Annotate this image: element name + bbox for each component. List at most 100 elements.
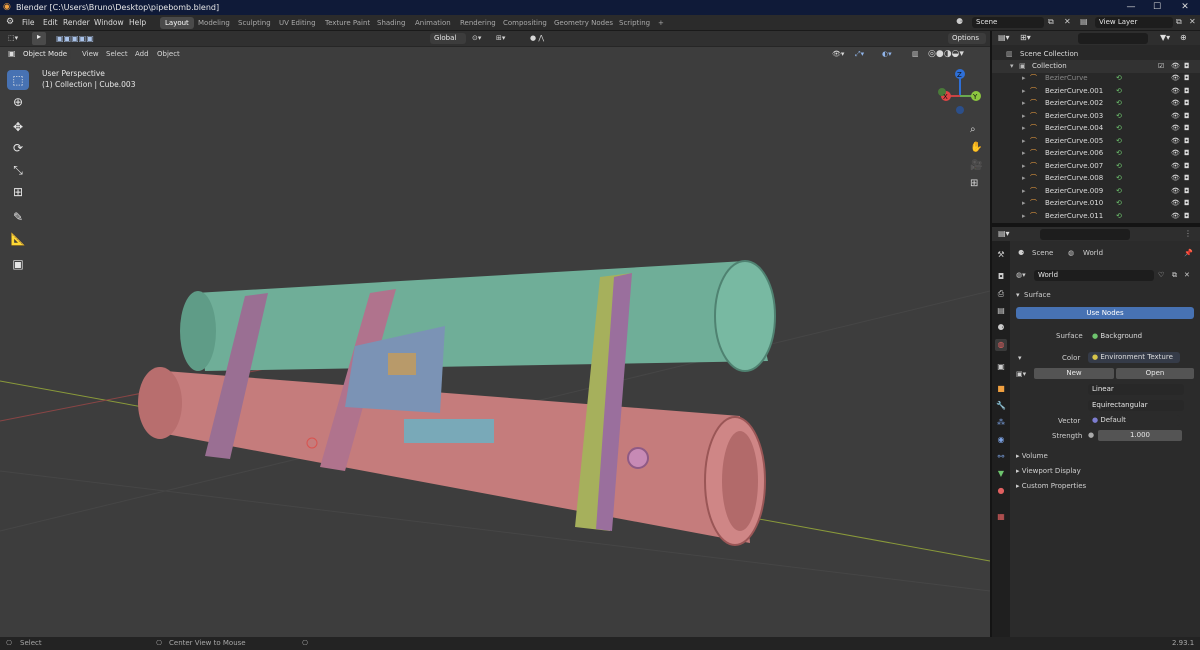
tab-texture-paint[interactable]: Texture Paint <box>320 17 375 29</box>
outliner-row-object[interactable]: ▸ ⌒ BezierCurve.011 ⟲ 👁 ◘ <box>992 210 1200 223</box>
tab-uv-editing[interactable]: UV Editing <box>274 17 321 29</box>
zoom-icon[interactable]: ⌕ <box>970 124 976 135</box>
render-tab-icon[interactable]: ◘ <box>995 271 1007 283</box>
menu-render[interactable]: Render <box>63 18 90 27</box>
expand-arrow-icon[interactable]: ▸ <box>1022 172 1026 184</box>
object-menu[interactable]: Object <box>157 50 180 58</box>
overlay-toggle-icon[interactable]: ◐▾ <box>882 50 892 58</box>
editor-type-icon[interactable]: ⬚▾ <box>8 34 18 42</box>
orientation-dropdown[interactable]: Global <box>430 33 466 44</box>
proportional-edit-icon[interactable]: ● ⋀ <box>530 34 544 42</box>
outliner-editor-icon[interactable]: ▤▾ <box>998 33 1010 42</box>
tab-geometry-nodes[interactable]: Geometry Nodes <box>549 17 618 29</box>
object-tab-icon[interactable]: ■ <box>995 383 1007 395</box>
outliner-row-object[interactable]: ▸ ⌒ BezierCurve ⟲ 👁 ◘ <box>992 72 1200 85</box>
material-tab-icon[interactable]: ● <box>995 485 1007 497</box>
close-button[interactable]: ✕ <box>1172 0 1198 15</box>
expand-arrow-icon[interactable]: ▸ <box>1022 135 1026 147</box>
particles-tab-icon[interactable]: ⁂ <box>995 417 1007 429</box>
measure-tool[interactable]: 📐 <box>7 229 29 249</box>
menu-file[interactable]: File <box>22 18 35 27</box>
outliner-row-object[interactable]: ▸ ⌒ BezierCurve.005 ⟲ 👁 ◘ <box>992 135 1200 148</box>
tab-shading[interactable]: Shading <box>372 17 410 29</box>
blender-menu-icon[interactable]: ⚙ <box>6 17 14 27</box>
gizmo-toggle-icon[interactable]: ⤢▾ <box>855 50 864 59</box>
outliner-row-object[interactable]: ▸ ⌒ BezierCurve.010 ⟲ 👁 ◘ <box>992 197 1200 210</box>
camera-icon[interactable]: ◘ <box>1184 135 1190 147</box>
tab-sculpting[interactable]: Sculpting <box>233 17 276 29</box>
scene-field[interactable]: Scene <box>972 17 1044 28</box>
viewlayer-icon[interactable]: ▤ <box>1080 17 1088 26</box>
eye-icon[interactable]: 👁 <box>1171 172 1180 184</box>
object-mode-icon[interactable]: ▣ <box>8 49 16 58</box>
viewport-display-toggle[interactable]: ▸ Viewport Display <box>1016 467 1081 475</box>
projection-dropdown[interactable]: Equirectangular <box>1088 400 1184 411</box>
collapse-arrow-icon[interactable]: ▾ <box>1010 60 1014 72</box>
tab-layout[interactable]: Layout <box>160 17 194 29</box>
camera-icon[interactable]: ◘ <box>1184 160 1190 172</box>
camera-icon[interactable]: ◘ <box>1184 110 1190 122</box>
scale-tool[interactable]: ⤡ <box>7 160 29 180</box>
rotate-tool[interactable]: ⟳ <box>7 138 29 158</box>
camera-icon[interactable]: ◘ <box>1184 97 1190 109</box>
object-mode-dropdown[interactable]: Object Mode <box>19 49 71 60</box>
outliner-row-collection[interactable]: ▾ ▣ Collection ☑ 👁 ◘ <box>992 60 1200 73</box>
interpolation-dropdown[interactable]: Linear <box>1088 384 1184 395</box>
view-menu[interactable]: View <box>82 50 99 58</box>
minimize-button[interactable]: — <box>1118 0 1144 15</box>
camera-icon[interactable]: ◘ <box>1184 147 1190 159</box>
open-image-button[interactable]: Open <box>1116 368 1194 379</box>
strength-field[interactable]: 1.000 <box>1098 430 1182 441</box>
expand-arrow-icon[interactable]: ▸ <box>1022 72 1026 84</box>
properties-editor-icon[interactable]: ▤▾ <box>998 229 1010 238</box>
outliner-row-object[interactable]: ▸ ⌒ BezierCurve.007 ⟲ 👁 ◘ <box>992 160 1200 173</box>
display-mode-icon[interactable]: ⊞▾ <box>1020 33 1031 42</box>
vector-value-field[interactable]: ● Default <box>1088 415 1180 426</box>
cursor-tool[interactable]: ⊕ <box>7 92 29 112</box>
pin-icon[interactable]: ⋮ <box>1184 229 1192 238</box>
eye-icon[interactable]: 👁 <box>1171 72 1180 84</box>
world-browse-icon[interactable]: ◍▾ <box>1016 271 1026 279</box>
camera-icon[interactable]: ◘ <box>1184 85 1190 97</box>
eye-icon[interactable]: 👁 <box>1171 210 1180 222</box>
menu-window[interactable]: Window <box>94 18 124 27</box>
outliner-row-object[interactable]: ▸ ⌒ BezierCurve.008 ⟲ 👁 ◘ <box>992 172 1200 185</box>
viewlayer-remove-icon[interactable]: ✕ <box>1189 17 1196 26</box>
eye-icon[interactable]: 👁 <box>1171 197 1180 209</box>
expand-arrow-icon[interactable]: ▸ <box>1022 85 1026 97</box>
camera-icon[interactable]: ◘ <box>1184 72 1190 84</box>
pan-hand-icon[interactable]: ✋ <box>970 142 982 153</box>
scene-remove-icon[interactable]: ✕ <box>1064 17 1071 26</box>
outliner-row-object[interactable]: ▸ ⌒ BezierCurve.003 ⟲ 👁 ◘ <box>992 110 1200 123</box>
constraint-tab-icon[interactable]: ⚯ <box>995 451 1007 463</box>
unlink-icon[interactable]: ✕ <box>1184 271 1190 279</box>
eye-icon[interactable]: 👁 <box>1171 85 1180 97</box>
duplicate-icon[interactable]: ⧉ <box>1172 271 1177 280</box>
camera-icon[interactable]: ◘ <box>1184 210 1190 222</box>
tab-animation[interactable]: Animation <box>410 17 456 29</box>
color-expand-icon[interactable]: ▾ <box>1018 354 1022 362</box>
eye-icon[interactable]: 👁 <box>1171 147 1180 159</box>
fake-user-icon[interactable]: ♡ <box>1158 271 1164 279</box>
pivot-icon[interactable]: ⊙▾ <box>472 34 481 42</box>
pin-panel-icon[interactable]: 📌 <box>1184 249 1193 257</box>
expand-arrow-icon[interactable]: ▸ <box>1022 160 1026 172</box>
expand-arrow-icon[interactable]: ▸ <box>1022 147 1026 159</box>
expand-arrow-icon[interactable]: ▸ <box>1022 210 1026 222</box>
outliner-row-object[interactable]: ▸ ⌒ BezierCurve.009 ⟲ 👁 ◘ <box>992 185 1200 198</box>
camera-icon[interactable]: ◘ <box>1184 185 1190 197</box>
3d-viewport[interactable] <box>0 31 990 637</box>
camera-icon[interactable]: ◘ <box>1184 172 1190 184</box>
outliner-row-scene-collection[interactable]: ▥ Scene Collection <box>992 48 1200 61</box>
breadcrumb-world[interactable]: World <box>1083 249 1103 257</box>
move-tool[interactable]: ✥ <box>7 117 29 137</box>
output-tab-icon[interactable]: ⎙ <box>995 288 1007 300</box>
image-browse-icon[interactable]: ▣▾ <box>1016 370 1026 378</box>
outliner-row-object[interactable]: ▸ ⌒ BezierCurve.002 ⟲ 👁 ◘ <box>992 97 1200 110</box>
modifier-tab-icon[interactable]: 🔧 <box>995 400 1007 412</box>
eye-icon[interactable]: 👁 <box>1171 110 1180 122</box>
xray-icon[interactable]: ▥ <box>912 50 919 58</box>
surface-value-field[interactable]: ● Background <box>1088 331 1180 342</box>
color-value-field[interactable]: ● Environment Texture <box>1088 352 1180 363</box>
properties-search-input[interactable] <box>1040 229 1130 240</box>
